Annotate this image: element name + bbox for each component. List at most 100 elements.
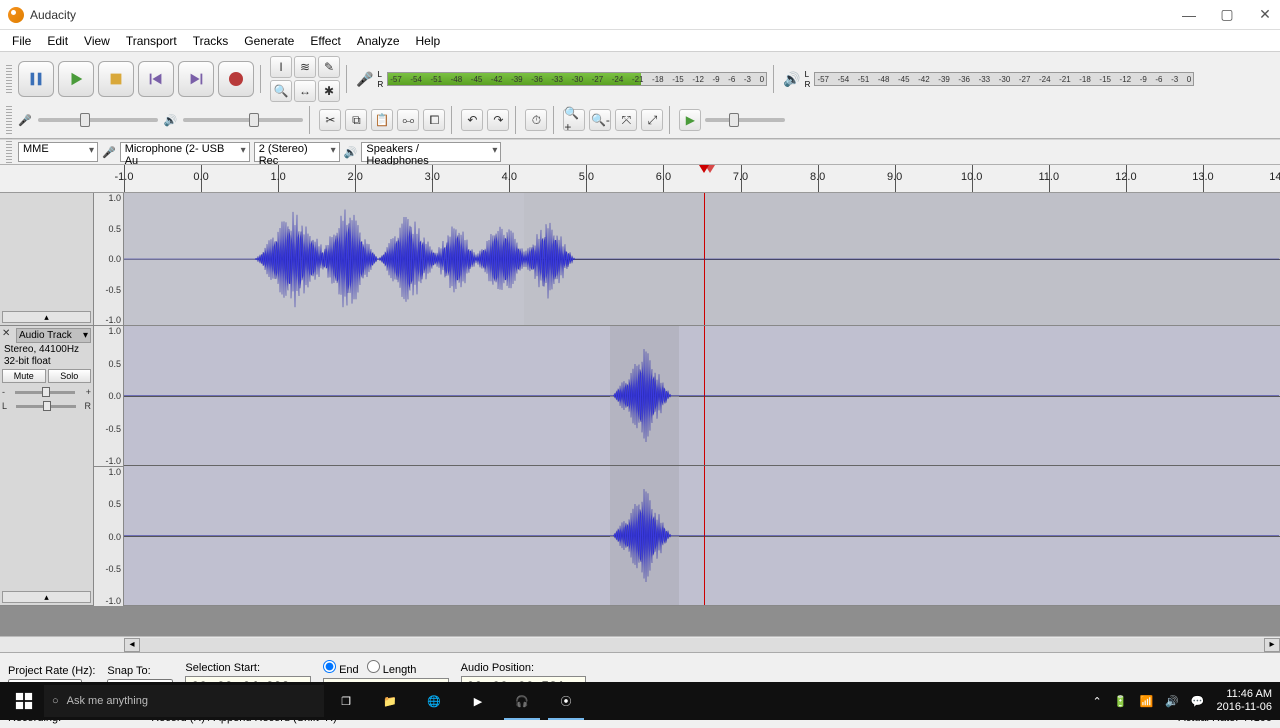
track-2-solo[interactable]: Solo bbox=[48, 369, 92, 383]
taskbar-chrome[interactable]: 🌐 bbox=[412, 682, 456, 720]
window-title: Audacity bbox=[30, 8, 76, 22]
record-volume-slider[interactable] bbox=[38, 118, 158, 122]
undo-button[interactable]: ↶ bbox=[461, 109, 483, 131]
track-2-waveform-right[interactable] bbox=[124, 465, 1280, 605]
track-2-format2: 32-bit float bbox=[2, 356, 91, 367]
multi-tool[interactable]: ✱ bbox=[318, 80, 340, 102]
playback-device-select[interactable]: Speakers / Headphones bbox=[361, 142, 501, 162]
tracks-empty bbox=[0, 606, 1280, 636]
taskbar-search[interactable]: ○ Ask me anything bbox=[44, 685, 324, 717]
menu-analyze[interactable]: Analyze bbox=[349, 32, 408, 50]
pause-button[interactable] bbox=[18, 61, 54, 97]
menu-transport[interactable]: Transport bbox=[118, 32, 185, 50]
taskbar-explorer[interactable]: 📁 bbox=[368, 682, 412, 720]
skip-end-button[interactable] bbox=[178, 61, 214, 97]
windows-taskbar: ○ Ask me anything ❐ 📁 🌐 ▶ 🎧 ⦿ ⌃ 🔋 📶 🔊 💬 … bbox=[0, 682, 1280, 720]
tools-grid: I ≋ ✎ 🔍 ↔ ✱ bbox=[270, 56, 340, 102]
track-2: ✕ Audio Track▾ Stereo, 44100Hz 32-bit fl… bbox=[0, 326, 1280, 606]
tray-notifications-icon[interactable]: 💬 bbox=[1191, 695, 1205, 708]
speaker-vol-icon: 🔊 bbox=[164, 114, 178, 127]
record-button[interactable] bbox=[218, 61, 254, 97]
tracks-area: ▴ 1.00.50.0-0.5-1.0 ✕ Audio Track▾ Stere… bbox=[0, 193, 1280, 636]
snap-to-label: Snap To: bbox=[107, 665, 173, 677]
envelope-tool[interactable]: ≋ bbox=[294, 56, 316, 78]
mic-device-icon: 🎤 bbox=[102, 146, 116, 159]
timeshift-tool[interactable]: ↔ bbox=[294, 80, 316, 102]
scroll-right[interactable]: ▸ bbox=[1264, 638, 1280, 652]
task-view-icon[interactable]: ❐ bbox=[324, 682, 368, 720]
speaker-device-icon: 🔊 bbox=[344, 146, 358, 159]
play-button[interactable] bbox=[58, 61, 94, 97]
record-device-select[interactable]: Microphone (2- USB Au bbox=[120, 142, 250, 162]
track-1: ▴ 1.00.50.0-0.5-1.0 bbox=[0, 193, 1280, 326]
start-button[interactable] bbox=[4, 682, 44, 720]
end-radio[interactable]: End bbox=[323, 660, 359, 676]
menubar: FileEditViewTransportTracksGenerateEffec… bbox=[0, 30, 1280, 52]
track-1-vscale: 1.00.50.0-0.5-1.0 bbox=[94, 193, 124, 325]
timeline-ruler[interactable]: -1.00.01.02.03.04.05.06.07.08.09.010.011… bbox=[0, 165, 1280, 193]
project-rate-label: Project Rate (Hz): bbox=[8, 665, 95, 677]
taskbar-clock[interactable]: 11:46 AM 2016-11-06 bbox=[1217, 688, 1272, 714]
sync-lock-button[interactable]: ⏱ bbox=[525, 109, 547, 131]
fit-project-button[interactable]: ⤢ bbox=[641, 109, 663, 131]
playback-volume-slider[interactable] bbox=[183, 118, 303, 122]
length-radio[interactable]: Length bbox=[367, 660, 417, 676]
track-2-name-dropdown[interactable]: Audio Track▾ bbox=[16, 328, 91, 343]
trim-button[interactable]: ⧟ bbox=[397, 109, 419, 131]
maximize-button[interactable]: ▢ bbox=[1220, 8, 1234, 22]
tray-wifi-icon[interactable]: 📶 bbox=[1139, 695, 1153, 708]
taskbar-recorder[interactable]: ⦿ bbox=[544, 682, 588, 720]
silence-button[interactable]: ⧠ bbox=[423, 109, 445, 131]
record-meter[interactable]: -57-54-51-48-45-42-39-36-33-30-27-24-21-… bbox=[387, 72, 767, 86]
track-1-collapse[interactable]: ▴ bbox=[2, 311, 91, 323]
play-at-speed-button[interactable]: ▶ bbox=[679, 109, 701, 131]
zoom-tool[interactable]: 🔍 bbox=[270, 80, 292, 102]
track-2-mute[interactable]: Mute bbox=[2, 369, 46, 383]
audio-position-label: Audio Position: bbox=[461, 662, 587, 674]
menu-edit[interactable]: Edit bbox=[39, 32, 76, 50]
play-speed-slider[interactable] bbox=[705, 118, 785, 122]
menu-generate[interactable]: Generate bbox=[236, 32, 302, 50]
stop-button[interactable] bbox=[98, 61, 134, 97]
zoom-out-button[interactable]: 🔍- bbox=[589, 109, 611, 131]
draw-tool[interactable]: ✎ bbox=[318, 56, 340, 78]
redo-button[interactable]: ↷ bbox=[487, 109, 509, 131]
close-button[interactable]: ✕ bbox=[1258, 8, 1272, 22]
record-channels-select[interactable]: 2 (Stereo) Rec bbox=[254, 142, 340, 162]
h-scrollbar[interactable]: ◂ ▸ bbox=[0, 636, 1280, 652]
audio-host-select[interactable]: MME bbox=[18, 142, 98, 162]
audacity-icon bbox=[8, 7, 24, 23]
selection-tool[interactable]: I bbox=[270, 56, 292, 78]
fit-selection-button[interactable]: ⤧ bbox=[615, 109, 637, 131]
mic-vol-icon: 🎤 bbox=[18, 114, 32, 127]
menu-help[interactable]: Help bbox=[408, 32, 449, 50]
zoom-in-button[interactable]: 🔍+ bbox=[563, 109, 585, 131]
track-2-collapse[interactable]: ▴ bbox=[2, 591, 91, 603]
copy-button[interactable]: ⧉ bbox=[345, 109, 367, 131]
tray-volume-icon[interactable]: 🔊 bbox=[1165, 695, 1179, 708]
playback-meter[interactable]: -57-54-51-48-45-42-39-36-33-30-27-24-21-… bbox=[814, 72, 1194, 86]
speaker-icon: 🔊 bbox=[783, 71, 800, 88]
tray-up-icon[interactable]: ⌃ bbox=[1093, 695, 1102, 708]
track-2-vscale-r: 1.00.50.0-0.5-1.0 bbox=[94, 466, 124, 606]
skip-start-button[interactable] bbox=[138, 61, 174, 97]
menu-view[interactable]: View bbox=[76, 32, 118, 50]
cut-button[interactable]: ✂ bbox=[319, 109, 341, 131]
track-1-control: ▴ bbox=[0, 193, 94, 325]
menu-tracks[interactable]: Tracks bbox=[185, 32, 237, 50]
selection-start-label: Selection Start: bbox=[185, 662, 311, 674]
minimize-button[interactable]: — bbox=[1182, 8, 1196, 22]
taskbar-media[interactable]: ▶ bbox=[456, 682, 500, 720]
tray-battery-icon[interactable]: 🔋 bbox=[1114, 695, 1128, 708]
menu-file[interactable]: File bbox=[4, 32, 39, 50]
menu-effect[interactable]: Effect bbox=[302, 32, 348, 50]
track-2-pan-slider[interactable] bbox=[16, 405, 76, 408]
track-2-waveform-left[interactable] bbox=[124, 326, 1280, 465]
track-2-gain-slider[interactable] bbox=[15, 391, 75, 394]
track-2-close[interactable]: ✕ bbox=[2, 328, 14, 340]
paste-button[interactable]: 📋 bbox=[371, 109, 393, 131]
scroll-left[interactable]: ◂ bbox=[124, 638, 140, 652]
cortana-icon: ○ bbox=[52, 695, 59, 707]
taskbar-audacity[interactable]: 🎧 bbox=[500, 682, 544, 720]
track-1-waveform[interactable] bbox=[124, 193, 1280, 325]
